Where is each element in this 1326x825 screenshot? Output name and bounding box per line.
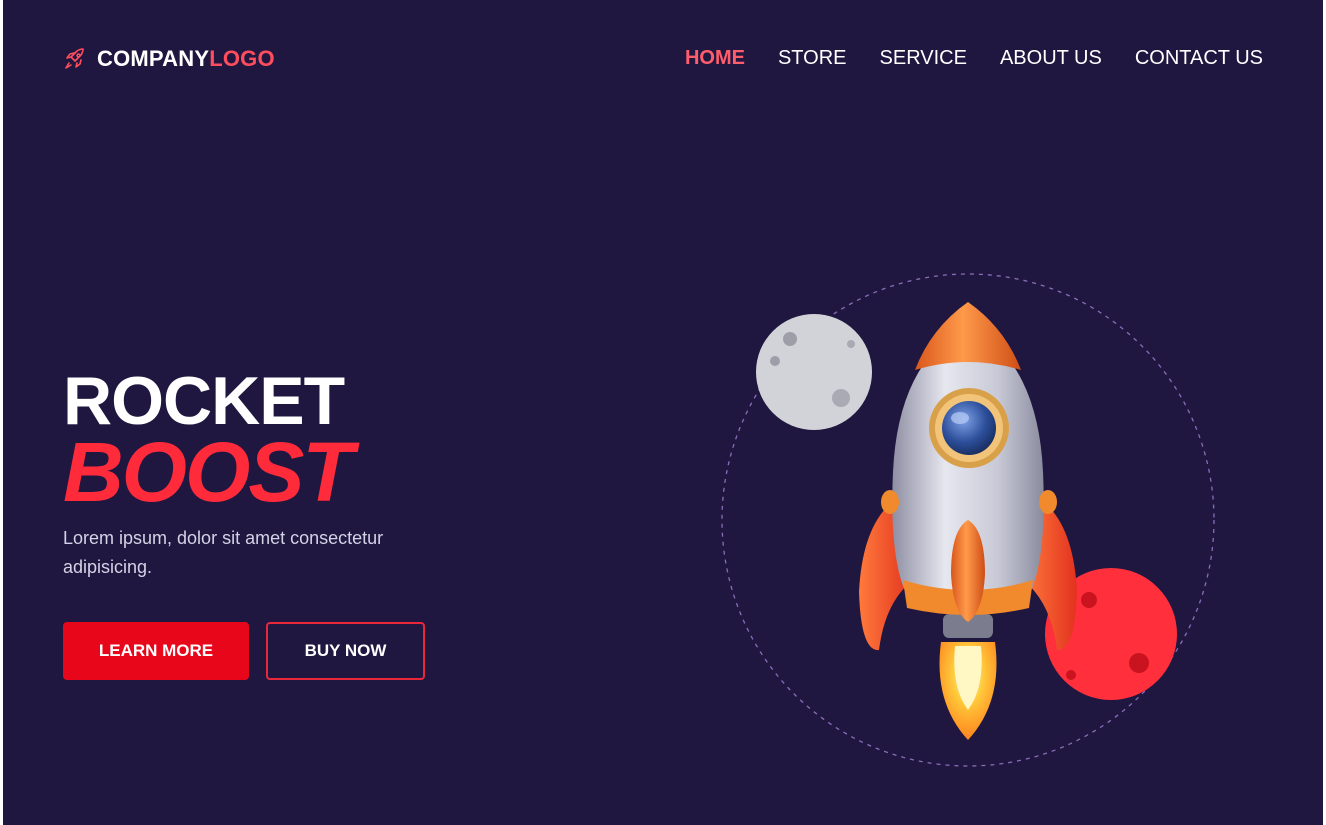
landing-page: COMPANYLOGO HOME STORE SERVICE ABOUT US … [3, 0, 1323, 825]
logo-text: COMPANYLOGO [97, 46, 275, 72]
buy-now-button[interactable]: BUY NOW [266, 622, 425, 680]
rocket [859, 302, 1077, 740]
rocket-illustration [721, 273, 1215, 767]
hero-section: ROCKET BOOST Lorem ipsum, dolor sit amet… [63, 367, 453, 680]
moon-planet [756, 314, 872, 430]
main-nav: HOME STORE SERVICE ABOUT US CONTACT US [685, 47, 1263, 70]
hero-description: Lorem ipsum, dolor sit amet consectetur … [63, 528, 384, 577]
company-logo[interactable]: COMPANYLOGO [63, 46, 275, 72]
nav-home[interactable]: HOME [685, 47, 745, 70]
nav-service[interactable]: SERVICE [880, 47, 967, 70]
nav-store[interactable]: STORE [778, 47, 847, 70]
rocket-icon [65, 48, 84, 69]
nav-contact-us[interactable]: CONTACT US [1135, 47, 1263, 70]
hero-title-line2: BOOST [63, 425, 354, 519]
nav-about-us[interactable]: ABOUT US [1000, 47, 1102, 70]
logo-text-accent: LOGO [209, 46, 275, 71]
logo-text-main: COMPANY [97, 46, 210, 71]
learn-more-button[interactable]: LEARN MORE [63, 622, 249, 680]
hero-buttons: LEARN MORE BUY NOW [63, 622, 453, 680]
